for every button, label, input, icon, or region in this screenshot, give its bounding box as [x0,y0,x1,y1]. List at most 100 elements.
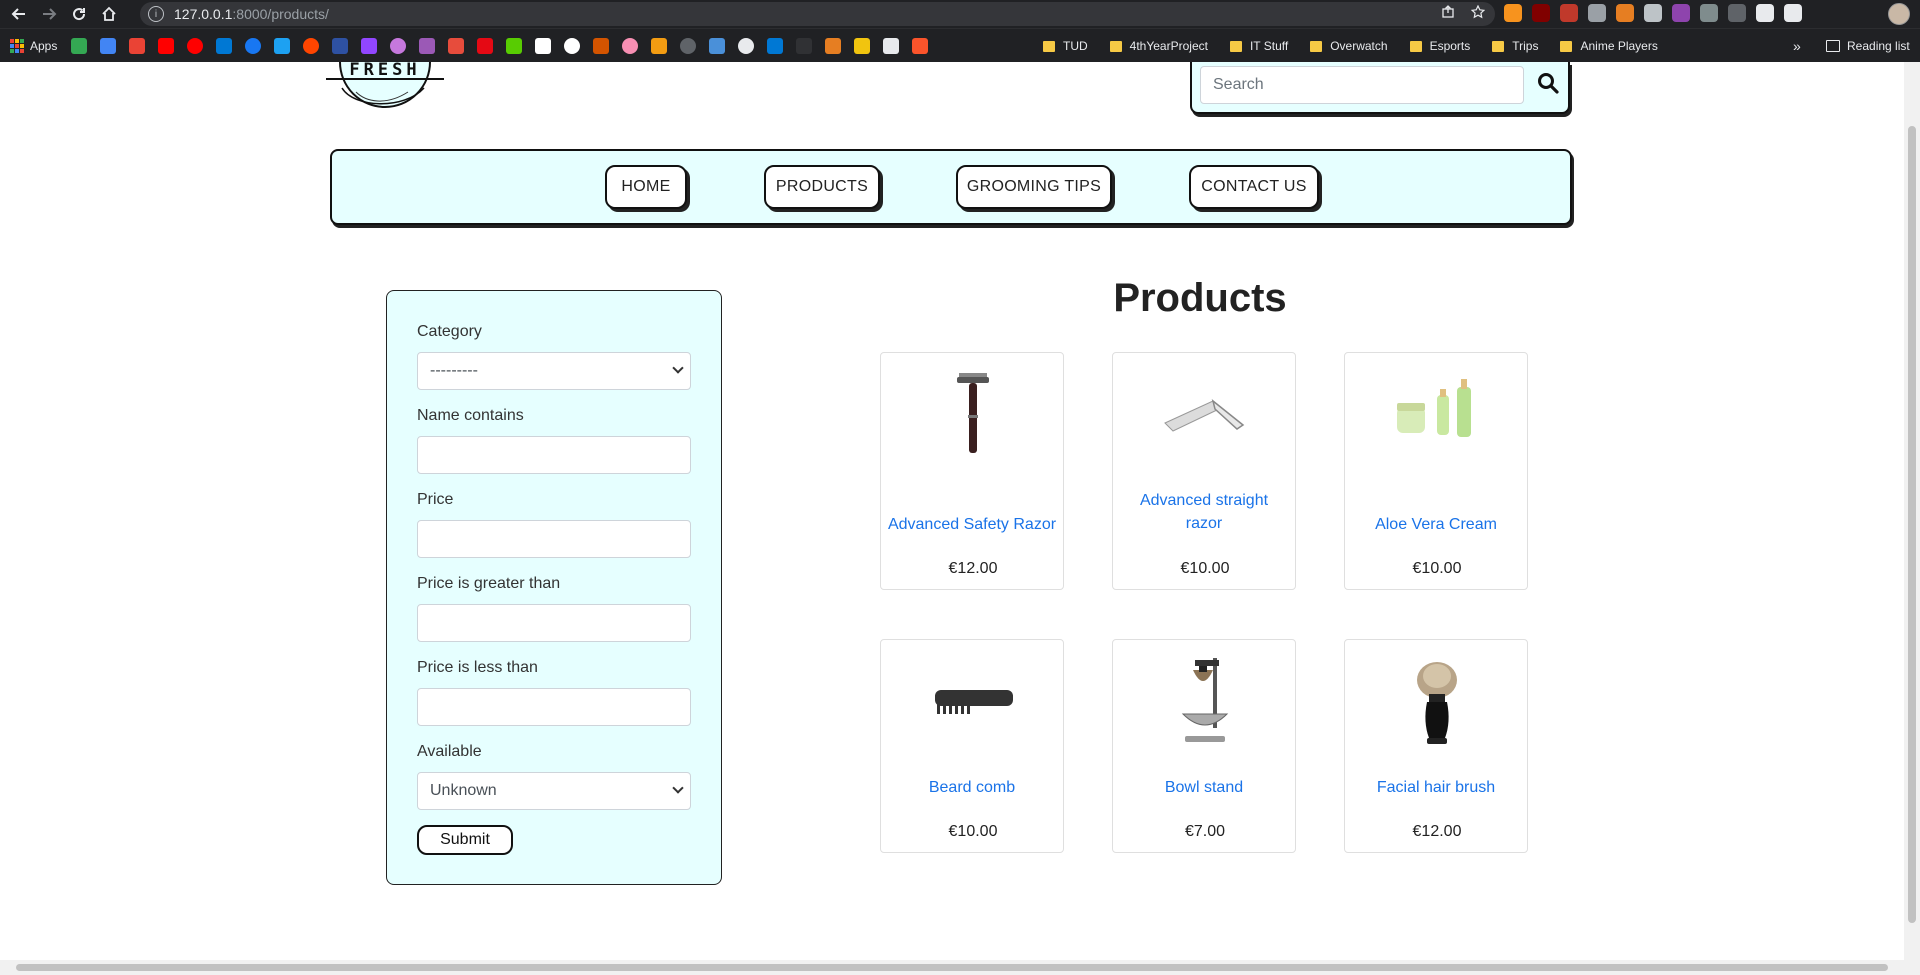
share-icon[interactable] [1441,5,1455,22]
youtube-music-icon[interactable] [187,37,204,54]
search-input[interactable] [1200,66,1524,104]
media-control-icon[interactable] [1784,4,1802,22]
bookmark-icon[interactable] [564,37,581,54]
extension-icon[interactable] [1616,4,1634,22]
horizontal-scroll-thumb[interactable] [16,964,1888,971]
bookmark-icon[interactable] [390,37,407,54]
product-name[interactable]: Bowl stand [1119,776,1289,799]
bookmark-folder[interactable]: TUD [1043,39,1088,53]
folder-icon [1043,40,1055,52]
profile-avatar[interactable] [1888,3,1910,25]
product-card[interactable]: Facial hair brush €12.00 [1344,639,1528,853]
bookmark-folder[interactable]: IT Stuff [1229,39,1289,53]
available-value: Unknown [430,782,497,799]
product-card[interactable]: Advanced straight razor €10.00 [1112,352,1296,590]
bookmark-folder[interactable]: 4thYearProject [1109,39,1208,53]
bookmark-icon[interactable] [680,37,697,54]
submit-button[interactable]: Submit [417,825,513,855]
ublock-icon[interactable] [1532,4,1550,22]
product-name[interactable]: Advanced Safety Razor [887,513,1057,536]
product-name[interactable]: Advanced straight razor [1119,489,1289,535]
price-greater-field[interactable] [417,604,691,642]
extension-icon[interactable] [1588,4,1606,22]
youtube-icon[interactable] [158,37,175,54]
facial-hair-brush-icon [1387,652,1487,752]
nav-contact-us[interactable]: CONTACT US [1189,165,1319,209]
product-card[interactable]: Advanced Safety Razor €12.00 [880,352,1064,590]
puzzle-icon[interactable] [1756,4,1774,22]
reading-list-button[interactable]: Reading list [1826,29,1910,63]
price-less-field[interactable] [417,688,691,726]
back-icon[interactable] [8,3,30,25]
folder-label: IT Stuff [1249,39,1289,53]
price-field[interactable] [417,520,691,558]
available-select[interactable]: Unknown [417,772,691,810]
outlook-icon[interactable] [216,37,233,54]
gmail-icon[interactable] [129,37,146,54]
horizontal-scrollbar[interactable] [0,960,1920,975]
bookmark-star-icon[interactable] [1470,4,1486,22]
vertical-scrollbar[interactable] [1904,62,1920,960]
address-bar[interactable]: i 127.0.0.1:8000/products/ [140,2,1495,26]
bookmark-icon[interactable] [622,37,639,54]
site-info-icon[interactable]: i [148,6,164,22]
product-name[interactable]: Beard comb [887,776,1057,799]
name-contains-field[interactable] [417,436,691,474]
product-name[interactable]: Facial hair brush [1351,776,1521,799]
bookmark-icon[interactable] [593,37,610,54]
product-price: €7.00 [1184,823,1226,840]
extension-icon[interactable] [1644,4,1662,22]
nav-home[interactable]: HOME [605,165,687,209]
bookmark-folder[interactable]: Esports [1409,39,1470,53]
forward-icon[interactable] [38,3,60,25]
bookmark-icon[interactable] [883,37,900,54]
product-name[interactable]: Aloe Vera Cream [1351,513,1521,536]
brave-icon[interactable] [912,37,929,54]
bookmark-folder[interactable]: Trips [1492,39,1538,53]
bookmark-icon[interactable] [854,37,871,54]
more-bookmarks-button[interactable]: » [1793,38,1801,54]
extension-icon[interactable] [1504,4,1522,22]
reddit-icon[interactable] [303,37,320,54]
nav-products[interactable]: PRODUCTS [764,165,880,209]
github-icon[interactable] [738,37,755,54]
apps-label: Apps [30,38,58,53]
extension-icon[interactable] [1672,4,1690,22]
google-drive-icon[interactable] [71,37,88,54]
myanimelist-icon[interactable] [332,37,349,54]
bookmark-icon[interactable] [709,37,726,54]
twitter-icon[interactable] [274,37,291,54]
azure-icon[interactable] [767,37,784,54]
extension-icon[interactable] [1728,4,1746,22]
fresh-logo[interactable]: FRESH [326,62,444,128]
apps-bookmark[interactable]: Apps [10,38,58,53]
duolingo-icon[interactable] [506,37,523,54]
bookmark-folder[interactable]: Anime Players [1560,39,1658,53]
amazon-icon[interactable] [535,37,552,54]
safety-razor-icon [923,365,1023,465]
folder-icon [1560,40,1573,52]
bookmark-icon[interactable] [448,37,465,54]
reading-list-label: Reading list [1847,39,1910,53]
vertical-scroll-thumb[interactable] [1908,126,1916,923]
netflix-icon[interactable] [477,37,494,54]
extension-icon[interactable] [1560,4,1578,22]
product-card[interactable]: Aloe Vera Cream €10.00 [1344,352,1528,590]
google-maps-icon[interactable] [100,37,117,54]
category-select[interactable]: --------- [417,352,691,390]
twitch-icon[interactable] [361,37,378,54]
bookmark-folder[interactable]: Overwatch [1310,39,1388,53]
product-card[interactable]: Beard comb €10.00 [880,639,1064,853]
product-price: €10.00 [1180,560,1230,577]
nav-grooming-tips[interactable]: GROOMING TIPS [956,165,1112,209]
product-card[interactable]: Bowl stand €7.00 [1112,639,1296,853]
reload-icon[interactable] [68,3,90,25]
bookmark-icon[interactable] [796,37,813,54]
facebook-icon[interactable] [245,37,262,54]
bookmark-icon[interactable] [651,37,668,54]
home-icon[interactable] [98,3,120,25]
bookmark-icon[interactable] [419,37,436,54]
bookmark-icon[interactable] [825,37,842,54]
extension-icon[interactable] [1700,4,1718,22]
search-button[interactable] [1534,70,1562,98]
